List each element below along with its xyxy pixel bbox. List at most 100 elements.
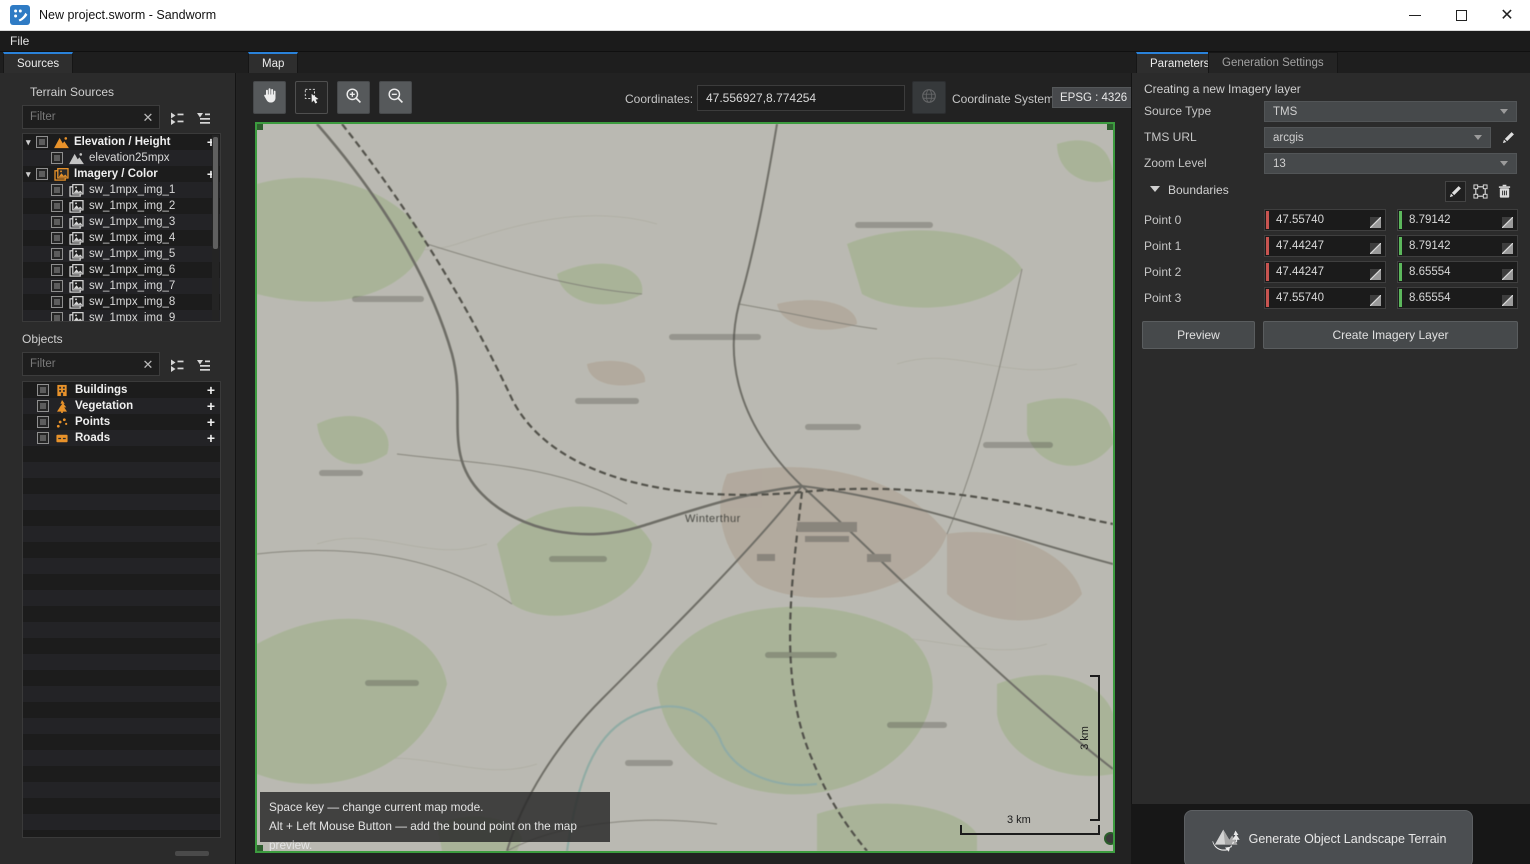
zoom-in-button[interactable]: [337, 81, 370, 114]
minimize-button[interactable]: [1392, 0, 1438, 31]
horizontal-scale-bar: [960, 833, 1100, 835]
point3-lat-input[interactable]: 47.55740: [1264, 287, 1386, 309]
checkbox[interactable]: [51, 296, 63, 308]
scrollbar-thumb[interactable]: [213, 137, 218, 249]
goto-coordinates-button[interactable]: [912, 81, 946, 114]
tree-item-imagery-group[interactable]: ▾ Imagery / Color +: [23, 166, 220, 182]
panel-splitter-grip[interactable]: [175, 851, 209, 856]
select-tool-button[interactable]: [295, 81, 328, 114]
drag-handle-icon[interactable]: [1370, 293, 1381, 304]
coordinates-input[interactable]: [697, 85, 905, 111]
point0-lon-input[interactable]: 8.79142: [1397, 209, 1518, 231]
tree-item-image[interactable]: sw_1mpx_img_1: [23, 182, 220, 198]
tms-url-dropdown[interactable]: arcgis: [1264, 127, 1491, 148]
drag-handle-icon[interactable]: [1370, 267, 1381, 278]
checkbox[interactable]: [37, 416, 49, 428]
pan-tool-button[interactable]: [253, 81, 286, 114]
tree-item-image[interactable]: sw_1mpx_img_5: [23, 246, 220, 262]
add-vegetation-button[interactable]: +: [207, 400, 215, 412]
hand-icon: [260, 86, 280, 109]
checkbox[interactable]: [36, 136, 48, 148]
tree-item-image[interactable]: sw_1mpx_img_7: [23, 278, 220, 294]
source-type-dropdown[interactable]: TMS: [1264, 101, 1517, 122]
drag-handle-icon[interactable]: [1502, 293, 1513, 304]
tab-generation-settings[interactable]: Generation Settings: [1208, 52, 1338, 73]
terrain-tree-scrollbar[interactable]: [212, 135, 219, 320]
collapse-all-icon[interactable]: [192, 107, 213, 128]
tree-item-buildings[interactable]: Buildings +: [23, 382, 220, 398]
checkbox[interactable]: [37, 400, 49, 412]
tab-map[interactable]: Map: [248, 52, 298, 73]
checkbox[interactable]: [51, 280, 63, 292]
checkbox[interactable]: [51, 216, 63, 228]
drag-handle-icon[interactable]: [1502, 241, 1513, 252]
checkbox[interactable]: [51, 232, 63, 244]
drag-handle-icon[interactable]: [1502, 215, 1513, 226]
point0-lat-input[interactable]: 47.55740: [1264, 209, 1386, 231]
draw-boundary-pencil-icon[interactable]: [1445, 181, 1466, 202]
terrain-filter-clear-icon[interactable]: ✕: [141, 111, 155, 125]
tree-item-image[interactable]: sw_1mpx_img_8: [23, 294, 220, 310]
edit-url-pencil-icon[interactable]: [1498, 127, 1519, 148]
objects-tree: Buildings + Vegetation + Points + Roads …: [22, 381, 221, 838]
checkbox[interactable]: [37, 432, 49, 444]
collapse-arrow-icon[interactable]: [1150, 186, 1160, 192]
objects-filter-input[interactable]: [22, 352, 160, 376]
create-imagery-layer-button[interactable]: Create Imagery Layer: [1263, 321, 1518, 349]
checkbox[interactable]: [51, 312, 63, 322]
selection-frame-icon[interactable]: [1470, 181, 1491, 202]
point1-lon-input[interactable]: 8.79142: [1397, 235, 1518, 257]
tree-item-image[interactable]: sw_1mpx_img_2: [23, 198, 220, 214]
expand-all-icon[interactable]: [166, 107, 187, 128]
add-roads-button[interactable]: +: [207, 432, 215, 444]
tree-item-elevation-group[interactable]: ▾ Elevation / Height +: [23, 134, 220, 150]
checkbox[interactable]: [51, 248, 63, 260]
terrain-filter-input[interactable]: [22, 105, 160, 129]
tab-sources[interactable]: Sources: [3, 52, 73, 73]
add-points-button[interactable]: +: [207, 416, 215, 428]
tree-item-image[interactable]: sw_1mpx_img_4: [23, 230, 220, 246]
tree-item-points[interactable]: Points +: [23, 414, 220, 430]
delete-boundary-trash-icon[interactable]: [1494, 181, 1515, 202]
drag-handle-icon[interactable]: [1370, 241, 1381, 252]
expander-icon[interactable]: ▾: [26, 169, 36, 179]
boundary-vertex[interactable]: [257, 124, 263, 130]
tree-item-roads[interactable]: Roads +: [23, 430, 220, 446]
tree-item-vegetation[interactable]: Vegetation +: [23, 398, 220, 414]
tree-item-elevation-child[interactable]: elevation25mpx: [23, 150, 220, 166]
map-viewport[interactable]: Winterthur 3 km 3 km Space key — change …: [255, 122, 1115, 853]
generate-terrain-button[interactable]: Generate Object Landscape Terrain: [1184, 810, 1473, 864]
point3-lon-input[interactable]: 8.65554: [1397, 287, 1518, 309]
boundary-vertex[interactable]: [257, 845, 263, 851]
point2-lat-value: 47.44247: [1265, 266, 1324, 278]
checkbox[interactable]: [51, 184, 63, 196]
point2-lat-input[interactable]: 47.44247: [1264, 261, 1386, 283]
point1-lat-value: 47.44247: [1265, 240, 1324, 252]
checkbox[interactable]: [36, 168, 48, 180]
expander-icon[interactable]: ▾: [26, 137, 36, 147]
checkbox[interactable]: [51, 264, 63, 276]
checkbox[interactable]: [37, 384, 49, 396]
maximize-button[interactable]: [1438, 0, 1484, 31]
boundary-vertex[interactable]: [1107, 124, 1113, 130]
objects-filter-clear-icon[interactable]: ✕: [141, 358, 155, 372]
close-button[interactable]: ✕: [1484, 0, 1530, 31]
expand-all-icon[interactable]: [166, 354, 187, 375]
checkbox[interactable]: [51, 200, 63, 212]
boundary-vertex-handle[interactable]: [1104, 832, 1115, 845]
collapse-all-icon[interactable]: [192, 354, 213, 375]
zoom-level-dropdown[interactable]: 13: [1264, 153, 1517, 174]
preview-button[interactable]: Preview: [1142, 321, 1255, 349]
tree-item-image[interactable]: sw_1mpx_img_6: [23, 262, 220, 278]
drag-handle-icon[interactable]: [1502, 267, 1513, 278]
zoom-out-button[interactable]: [379, 81, 412, 114]
menu-file[interactable]: File: [0, 34, 39, 48]
point1-lat-input[interactable]: 47.44247: [1264, 235, 1386, 257]
point2-lon-input[interactable]: 8.65554: [1397, 261, 1518, 283]
drag-handle-icon[interactable]: [1370, 215, 1381, 226]
tree-item-image[interactable]: sw_1mpx_img_9: [23, 310, 220, 322]
checkbox[interactable]: [51, 152, 63, 164]
add-buildings-button[interactable]: +: [207, 384, 215, 396]
tms-url-label: TMS URL: [1144, 130, 1197, 144]
tree-item-image[interactable]: sw_1mpx_img_3: [23, 214, 220, 230]
